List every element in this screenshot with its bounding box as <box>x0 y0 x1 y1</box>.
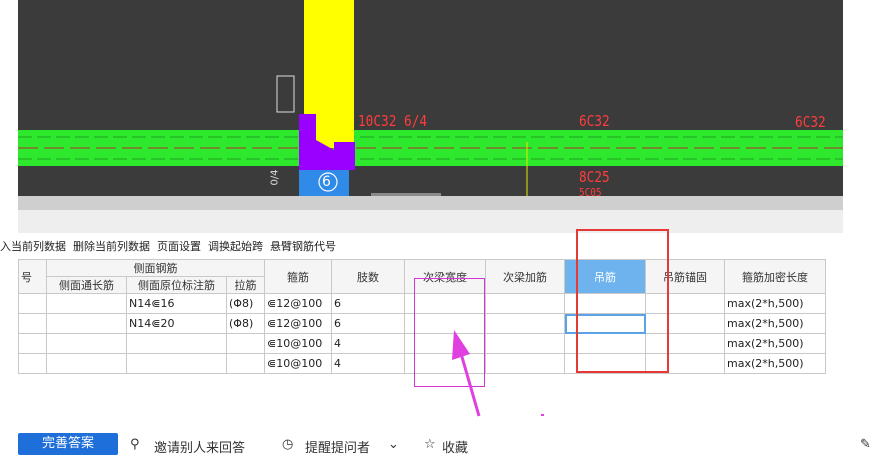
header-number: 号 <box>18 259 47 294</box>
magenta-arrow-icon <box>452 330 544 417</box>
cell-stirrup[interactable]: ⋐12@100 <box>264 293 332 314</box>
improve-answer-button[interactable]: 完善答案 <box>18 433 118 455</box>
toolbar-page-setup[interactable]: 页面设置 <box>157 238 201 254</box>
beam-label-mid: 6C32 <box>579 112 610 130</box>
header-dense-length[interactable]: 箍筋加密长度 <box>724 259 826 294</box>
edit-icon[interactable]: ✎ <box>860 437 871 452</box>
invite-answer-link[interactable]: 邀请别人来回答 <box>154 437 245 456</box>
cell-original[interactable]: N14⋐20 <box>126 313 227 334</box>
toolbar-swap-start-span[interactable]: 调换起始跨 <box>208 238 263 254</box>
cell-through[interactable] <box>46 293 127 314</box>
cell-dense[interactable]: max(2*h,500) <box>724 293 826 314</box>
cell-dense[interactable]: max(2*h,500) <box>724 313 826 334</box>
header-secondary-beam-add[interactable]: 次梁加筋 <box>485 259 565 294</box>
cell-original[interactable] <box>126 333 227 354</box>
cell-number[interactable] <box>18 353 47 374</box>
cell-number[interactable] <box>18 293 47 314</box>
beam-label-left: 10C32 6/4 <box>358 112 428 130</box>
table-toolbar: 入当前列数据 删除当前列数据 页面设置 调换起始跨 悬臂钢筋代号 <box>0 238 343 254</box>
star-icon: ☆ <box>424 437 436 452</box>
cell-through[interactable] <box>46 333 127 354</box>
axis-number: 6 <box>322 174 331 190</box>
cell-number[interactable] <box>18 313 47 334</box>
cell-number[interactable] <box>18 333 47 354</box>
cell-tie[interactable] <box>226 333 265 354</box>
cell-tie[interactable]: (Φ8) <box>226 313 265 334</box>
cell-original[interactable] <box>126 353 227 374</box>
cell-stirrup[interactable]: ⋐10@100 <box>264 353 332 374</box>
toolbar-cantilever-code[interactable]: 悬臂钢筋代号 <box>270 238 336 254</box>
cell-legs[interactable]: 4 <box>331 333 405 354</box>
favorite-link[interactable]: 收藏 <box>442 437 468 456</box>
outline-rect <box>276 75 295 113</box>
header-side-rebar: 侧面钢筋 <box>46 259 265 277</box>
cell-tie[interactable] <box>226 353 265 374</box>
cell-add[interactable] <box>485 293 565 314</box>
cell-legs[interactable]: 4 <box>331 353 405 374</box>
header-side-original: 侧面原位标注筋 <box>126 276 227 294</box>
chevron-down-icon[interactable]: ⌄ <box>388 437 399 452</box>
panel-header-strip <box>18 210 843 233</box>
cell-dense[interactable]: max(2*h,500) <box>724 353 826 374</box>
answer-action-bar: 完善答案 ⚲ 邀请别人来回答 ◷ 提醒提问者 ⌄ ☆ 收藏 ✎ <box>0 433 877 456</box>
cad-drawing <box>18 0 843 196</box>
toolbar-delete-column[interactable]: 删除当前列数据 <box>73 238 150 254</box>
person-icon: ⚲ <box>130 437 140 452</box>
cell-legs[interactable]: 6 <box>331 313 405 334</box>
cell-stirrup[interactable]: ⋐10@100 <box>264 333 332 354</box>
cell-legs[interactable]: 6 <box>331 293 405 314</box>
header-stirrup[interactable]: 箍筋 <box>264 259 332 294</box>
red-highlight-box <box>576 229 669 373</box>
cell-through[interactable] <box>46 353 127 374</box>
toolbar-insert-column[interactable]: 入当前列数据 <box>0 238 66 254</box>
remind-asker-link[interactable]: 提醒提问者 <box>305 437 370 456</box>
cad-canvas[interactable]: 10C32 6/4 6C32 6C32 8C25 5C05 6 0/4 <box>18 0 843 196</box>
cell-tie[interactable]: (Φ8) <box>226 293 265 314</box>
header-tie: 拉筋 <box>226 276 265 294</box>
cell-original[interactable]: N14⋐16 <box>126 293 227 314</box>
bottom-label-1: 8C25 <box>579 168 610 186</box>
bottom-label-2: 5C05 <box>579 186 602 196</box>
cell-dense[interactable]: max(2*h,500) <box>724 333 826 354</box>
vertical-tag: 0/4 <box>269 169 281 186</box>
canvas-scrollbar[interactable] <box>18 196 843 210</box>
cell-stirrup[interactable]: ⋐12@100 <box>264 313 332 334</box>
header-side-through: 侧面通长筋 <box>46 276 127 294</box>
cell-through[interactable] <box>46 313 127 334</box>
header-legs[interactable]: 肢数 <box>331 259 405 294</box>
beam-label-right: 6C32 <box>795 113 826 131</box>
clock-icon: ◷ <box>282 437 294 452</box>
